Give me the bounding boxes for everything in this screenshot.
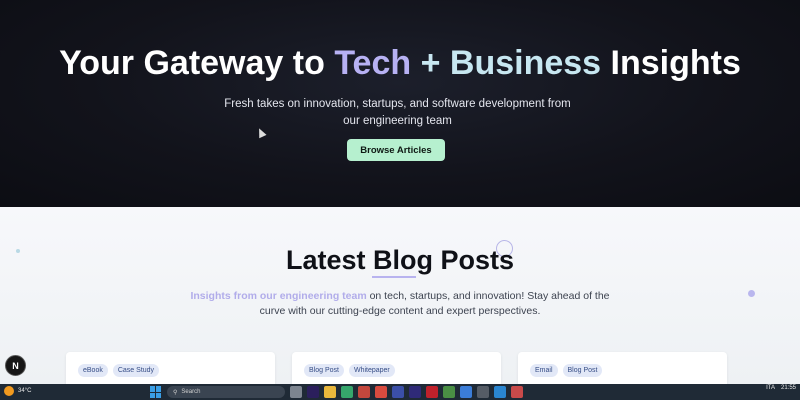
blog-title: Latest Blog Posts (285, 245, 515, 275)
vscode-icon[interactable] (494, 386, 506, 398)
opera-icon[interactable] (426, 386, 438, 398)
nextjs-dev-button[interactable]: N (5, 355, 26, 376)
taskbar-apps: ⚲ Search (150, 386, 523, 398)
windows-start-icon[interactable] (150, 386, 162, 398)
hero-title-tech: Tech (334, 44, 412, 82)
hero-title: Your Gateway to Tech + Business Insights (0, 44, 800, 83)
card-tags: eBook Case Study (78, 364, 160, 377)
blog-section: Latest Blog Posts Insights from our engi… (0, 207, 800, 392)
blog-description: Insights from our engineering team on te… (190, 289, 610, 319)
browse-articles-button[interactable]: Browse Articles (347, 139, 445, 161)
search-placeholder: Search (181, 389, 201, 395)
app-icon[interactable] (375, 386, 387, 398)
app-icon[interactable] (443, 386, 455, 398)
app-icon[interactable] (290, 386, 302, 398)
after-effects-icon[interactable] (409, 386, 421, 398)
hero-section: Your Gateway to Tech + Business Insights… (0, 0, 800, 207)
tag[interactable]: Case Study (112, 364, 160, 377)
card-tags: Blog Post Whitepaper (304, 364, 395, 377)
app-icon[interactable] (477, 386, 489, 398)
decor-dot (748, 290, 755, 297)
temperature: 34°C (18, 388, 32, 394)
app-icon[interactable] (511, 386, 523, 398)
hero-title-suffix: Insights (601, 44, 741, 82)
tag[interactable]: Blog Post (562, 364, 603, 377)
hero-title-plus: + (411, 44, 450, 82)
hero-title-prefix: Your Gateway to (59, 44, 335, 82)
blog-description-highlight[interactable]: Insights from our engineering team (190, 290, 366, 302)
hero-subtitle: Fresh takes on innovation, startups, and… (224, 98, 571, 127)
title-underline (372, 276, 416, 278)
taskbar-search[interactable]: ⚲ Search (167, 386, 285, 398)
tag[interactable]: Blog Post (304, 364, 344, 377)
folder-icon[interactable] (324, 386, 336, 398)
search-icon: ⚲ (173, 389, 178, 396)
taskbar: 34°C ⚲ Search ITA 21:55 (0, 384, 800, 400)
premiere-icon[interactable] (307, 386, 319, 398)
clock[interactable]: 21:55 (781, 385, 796, 391)
tag[interactable]: eBook (78, 364, 108, 377)
sun-icon (4, 386, 14, 396)
app-icon[interactable] (358, 386, 370, 398)
app-icon[interactable] (460, 386, 472, 398)
tag[interactable]: Email (530, 364, 558, 377)
tag[interactable]: Whitepaper (348, 364, 395, 377)
card-tags: Email Blog Post (530, 364, 603, 377)
app-icon[interactable] (392, 386, 404, 398)
language-indicator[interactable]: ITA (766, 385, 775, 391)
weather-widget[interactable]: 34°C (4, 386, 31, 396)
system-tray: ITA 21:55 (766, 385, 796, 391)
hero-title-business: Business (449, 44, 602, 82)
browser-icon[interactable] (341, 386, 353, 398)
